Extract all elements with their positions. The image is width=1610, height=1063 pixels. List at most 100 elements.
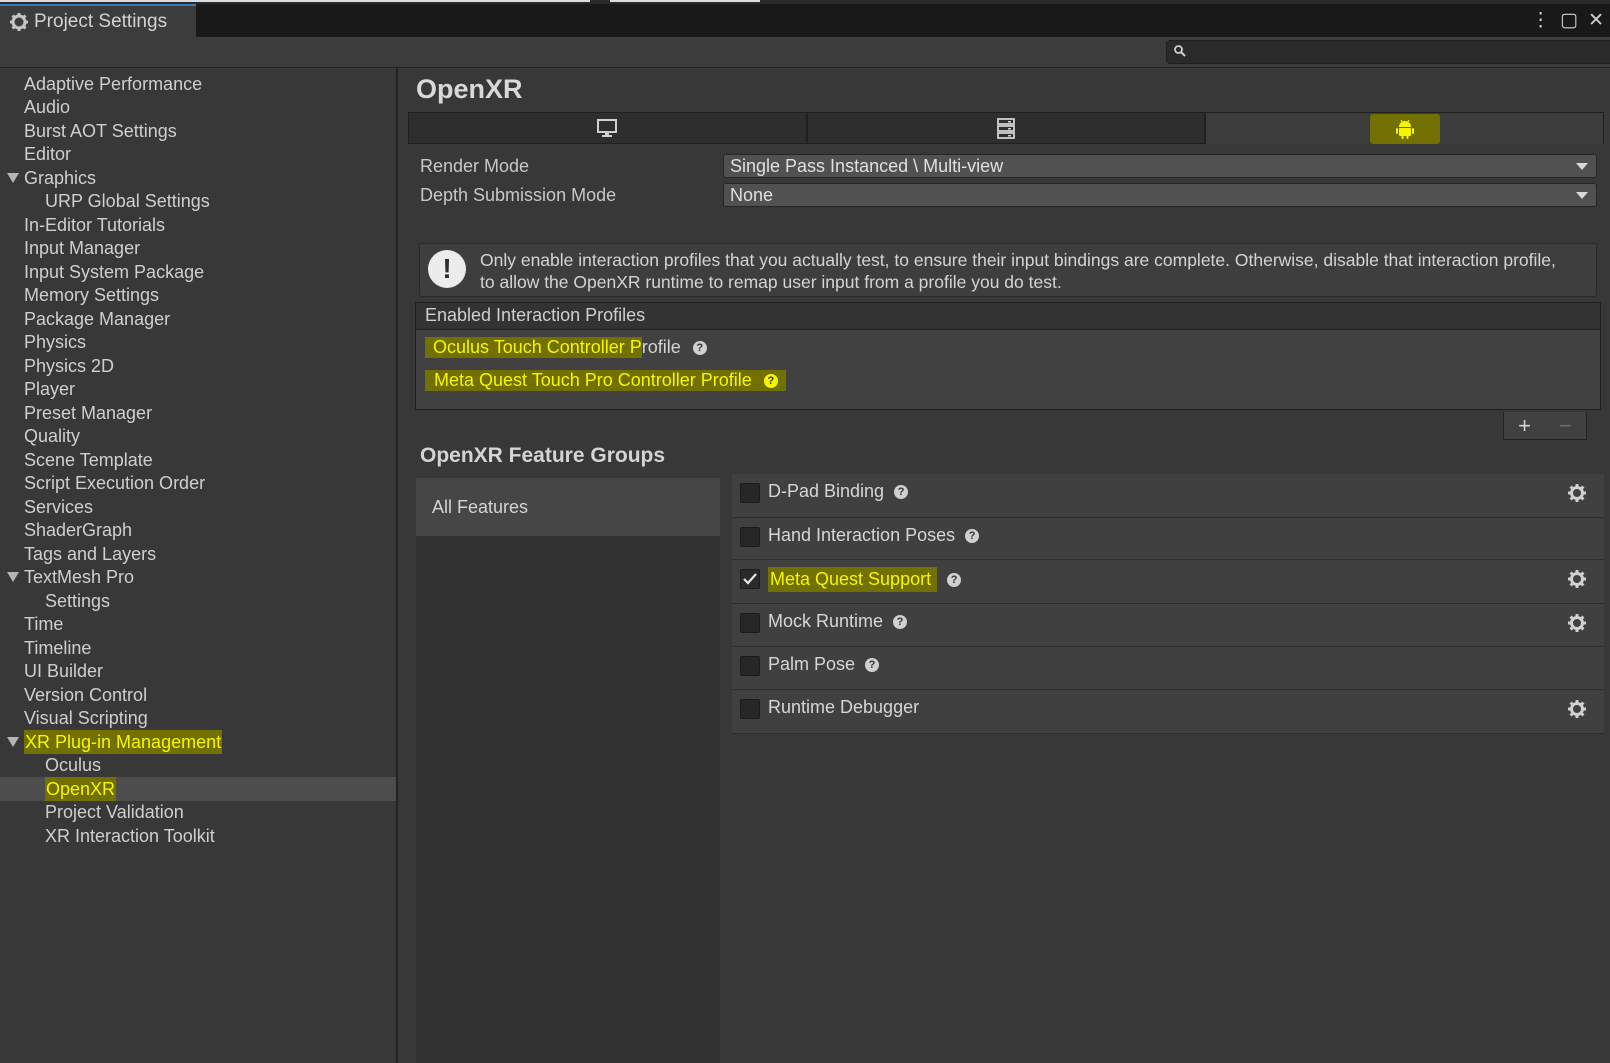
sidebar-item-project-validation[interactable]: Project Validation (0, 800, 396, 824)
help-icon[interactable]: ? (692, 340, 707, 355)
sidebar-item-physics[interactable]: Physics (0, 330, 396, 354)
feature-label: Palm Pose (768, 654, 856, 674)
sidebar-item-textmesh-pro[interactable]: TextMesh Pro (0, 565, 396, 589)
sidebar-item-time[interactable]: Time (0, 612, 396, 636)
sidebar-item-input-system-package[interactable]: Input System Package (0, 260, 396, 284)
sidebar-item-xr-plugin-management[interactable]: XR Plug-in Management (0, 730, 396, 754)
sidebar-item-tags-and-layers[interactable]: Tags and Layers (0, 542, 396, 566)
feature-label: Meta Quest Support (768, 567, 938, 592)
sidebar-item-xr-interaction-toolkit[interactable]: XR Interaction Toolkit (0, 824, 396, 848)
help-icon[interactable]: ? (763, 373, 778, 388)
sidebar-item-textmesh-settings[interactable]: Settings (0, 589, 396, 613)
expand-triangle-icon[interactable] (7, 572, 19, 582)
profile-name-highlighted: Meta Quest Touch Pro Controller Profile (434, 370, 752, 390)
gear-icon[interactable] (1566, 612, 1588, 634)
sidebar-item-urp-global-settings[interactable]: URP Global Settings (0, 189, 396, 213)
profile-item-oculus-touch[interactable]: Oculus Touch Controller Profile ? (425, 337, 707, 358)
remove-profile-button[interactable]: − (1559, 413, 1572, 439)
tab-standalone[interactable] (408, 112, 807, 144)
profile-name-highlighted: Oculus Touch Controller P (425, 337, 642, 358)
feature-row-hand-interaction-poses: Hand Interaction Poses? (732, 518, 1604, 560)
sidebar-item-in-editor-tutorials[interactable]: In-Editor Tutorials (0, 213, 396, 237)
interaction-profiles-list: Enabled Interaction Profiles Oculus Touc… (415, 302, 1601, 410)
feature-checkbox[interactable] (740, 656, 760, 676)
sidebar-item-timeline[interactable]: Timeline (0, 636, 396, 660)
list-add-remove-buttons: + − (1503, 412, 1587, 440)
expand-triangle-icon[interactable] (7, 737, 19, 747)
gear-icon (10, 12, 28, 31)
depth-submission-value: None (730, 185, 774, 205)
search-bar-row (0, 37, 1610, 68)
feature-label: Mock Runtime (768, 611, 884, 631)
help-icon[interactable]: ? (865, 657, 880, 672)
chevron-down-icon (1576, 192, 1588, 199)
gear-icon[interactable] (1566, 568, 1588, 590)
tab-android[interactable] (1205, 112, 1605, 144)
sidebar-item-quality[interactable]: Quality (0, 424, 396, 448)
sidebar-item-ui-builder[interactable]: UI Builder (0, 659, 396, 683)
sidebar-item-player[interactable]: Player (0, 377, 396, 401)
top-strip-segment (0, 0, 590, 2)
help-icon[interactable]: ? (894, 484, 909, 499)
sidebar-item-audio[interactable]: Audio (0, 95, 396, 119)
title-bar: Project Settings ⋮ ▢ ✕ (0, 4, 1610, 37)
feature-row-meta-quest-support: Meta Quest Support? (732, 560, 1604, 604)
sidebar-item-editor[interactable]: Editor (0, 142, 396, 166)
more-options-icon[interactable]: ⋮ (1531, 9, 1550, 32)
sidebar-item-preset-manager[interactable]: Preset Manager (0, 401, 396, 425)
sidebar-item-adaptive-performance[interactable]: Adaptive Performance (0, 72, 396, 96)
help-icon[interactable]: ? (893, 614, 908, 629)
expand-triangle-icon[interactable] (7, 173, 19, 183)
feature-row-palm-pose: Palm Pose? (732, 647, 1604, 690)
tab-server[interactable] (806, 112, 1206, 144)
warning-icon: ! (428, 250, 466, 288)
sidebar-item-memory-settings[interactable]: Memory Settings (0, 283, 396, 307)
add-profile-button[interactable]: + (1518, 413, 1531, 439)
sidebar-item-graphics[interactable]: Graphics (0, 166, 396, 190)
feature-checkbox[interactable] (740, 699, 760, 719)
sidebar-item-visual-scripting[interactable]: Visual Scripting (0, 706, 396, 730)
sidebar-item-input-manager[interactable]: Input Manager (0, 236, 396, 260)
feature-label: Hand Interaction Poses (768, 525, 956, 545)
top-strip-segment (610, 0, 760, 2)
feature-checkbox[interactable] (740, 613, 760, 633)
group-all-features[interactable]: All Features (416, 478, 720, 536)
sidebar-item-oculus[interactable]: Oculus (0, 753, 396, 777)
feature-row-runtime-debugger: Runtime Debugger (732, 690, 1604, 734)
close-icon[interactable]: ✕ (1588, 9, 1604, 32)
sidebar-item-version-control[interactable]: Version Control (0, 683, 396, 707)
gear-icon[interactable] (1566, 482, 1588, 504)
sidebar-item-shadergraph[interactable]: ShaderGraph (0, 518, 396, 542)
sidebar-item-physics-2d[interactable]: Physics 2D (0, 354, 396, 378)
sidebar-item-openxr[interactable]: OpenXR (0, 777, 396, 801)
help-box: ! Only enable interaction profiles that … (419, 243, 1597, 297)
sidebar-item-services[interactable]: Services (0, 495, 396, 519)
sidebar-item-package-manager[interactable]: Package Manager (0, 307, 396, 331)
render-mode-dropdown[interactable]: Single Pass Instanced \ Multi-view (723, 154, 1597, 178)
feature-checkbox-checked[interactable] (740, 569, 760, 589)
page-title: OpenXR (416, 74, 523, 104)
android-icon (1395, 119, 1414, 139)
interaction-profiles-header: Enabled Interaction Profiles (416, 303, 1600, 330)
checkmark-icon (743, 573, 757, 585)
project-settings-tab[interactable]: Project Settings (0, 4, 196, 37)
gear-icon[interactable] (1566, 698, 1588, 720)
window-controls: ⋮ ▢ ✕ (1531, 4, 1610, 37)
maximize-icon[interactable]: ▢ (1560, 9, 1578, 32)
sidebar-item-scene-template[interactable]: Scene Template (0, 448, 396, 472)
monitor-icon (597, 119, 618, 137)
search-input[interactable] (1166, 40, 1610, 64)
help-icon[interactable]: ? (947, 572, 962, 587)
server-icon (997, 118, 1015, 139)
sidebar-item-burst-aot[interactable]: Burst AOT Settings (0, 119, 396, 143)
settings-main-panel: OpenXR Render Mode Single Pass Instanced… (400, 68, 1610, 1063)
feature-label: D-Pad Binding (768, 481, 885, 501)
feature-checkbox[interactable] (740, 527, 760, 547)
help-icon[interactable]: ? (965, 528, 980, 543)
depth-submission-dropdown[interactable]: None (723, 183, 1597, 207)
render-mode-value: Single Pass Instanced \ Multi-view (730, 156, 1004, 176)
profile-item-meta-quest-touch-pro[interactable]: Meta Quest Touch Pro Controller Profile … (425, 370, 786, 391)
sidebar-item-script-execution-order[interactable]: Script Execution Order (0, 471, 396, 495)
feature-groups-list: All Features (416, 478, 720, 1063)
feature-checkbox[interactable] (740, 483, 760, 503)
